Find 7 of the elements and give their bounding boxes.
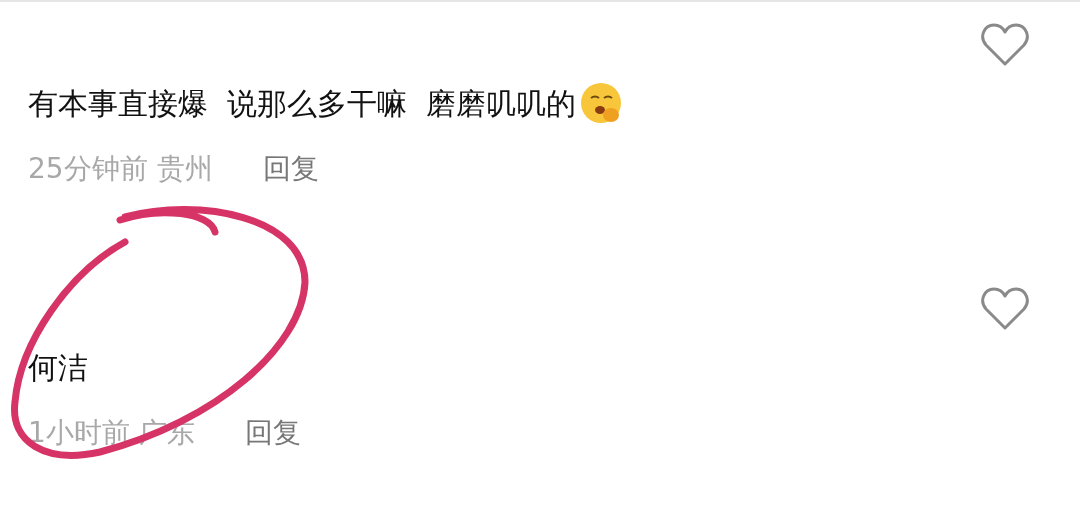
- heart-icon[interactable]: [980, 286, 1030, 332]
- comment-text: 有本事直接爆 说那么多干嘛 磨磨叽叽的: [28, 84, 577, 123]
- comment-text: 何洁: [28, 348, 88, 387]
- reply-button[interactable]: 回复: [244, 414, 301, 452]
- heart-icon[interactable]: [980, 22, 1030, 68]
- comment-meta: 25分钟前 贵州: [28, 151, 213, 187]
- reply-button[interactable]: 回复: [262, 150, 319, 188]
